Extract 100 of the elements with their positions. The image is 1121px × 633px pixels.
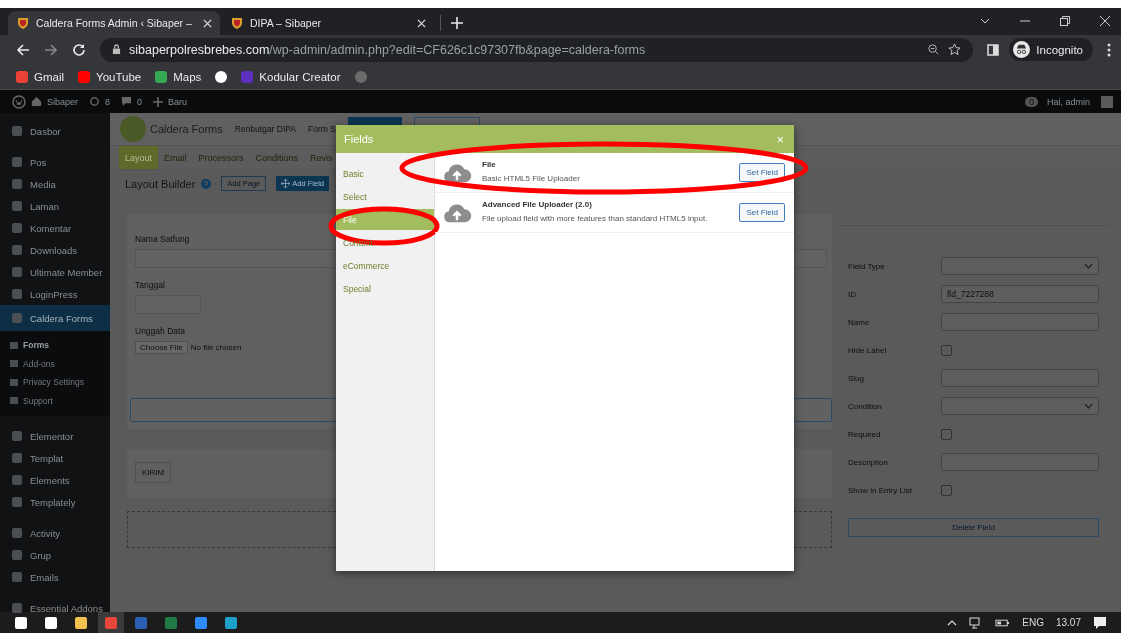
brand-title: Caldera Forms xyxy=(150,123,223,135)
select-field[interactable] xyxy=(941,257,1099,275)
form-tab[interactable]: Form S xyxy=(308,124,336,134)
browser-tab[interactable]: Caldera Forms Admin ‹ Sibaper – xyxy=(8,11,220,35)
address-field[interactable]: sibaperpolresbrebes.com/wp-admin/admin.php?edit=CF626c1c97307fb&page=caldera-forms xyxy=(100,37,974,62)
set-field-button[interactable]: Set Field xyxy=(739,203,785,222)
sidebar-item[interactable]: LoginPress xyxy=(0,283,110,305)
side-panel-icon[interactable] xyxy=(987,43,1000,56)
app-icon xyxy=(45,616,57,629)
plus-icon xyxy=(153,96,164,107)
field-name: File xyxy=(482,160,497,169)
home-icon xyxy=(31,96,42,107)
app-icon xyxy=(165,616,177,629)
setting-label: Name xyxy=(848,317,871,327)
close-icon[interactable] xyxy=(203,18,212,28)
select-field[interactable] xyxy=(941,397,1099,415)
input-field[interactable] xyxy=(941,453,1099,471)
layout-builder-title: Layout Builder xyxy=(125,177,196,190)
zoom-out-icon[interactable] xyxy=(927,43,941,56)
submenu-item[interactable]: Add-ons xyxy=(0,354,110,373)
sidebar-item[interactable]: Grup xyxy=(0,544,110,566)
sidebar-item[interactable]: Emails xyxy=(0,566,110,588)
sidebar-item[interactable]: Caldera Forms xyxy=(0,305,110,331)
bookmark-icon xyxy=(78,70,91,83)
notification-icon[interactable] xyxy=(1093,615,1107,630)
submenu-item[interactable]: Forms xyxy=(0,336,110,355)
sidebar-item[interactable]: Media xyxy=(0,173,110,195)
category-item[interactable]: eCommerce xyxy=(336,255,434,276)
bookmark-link[interactable]: Maps xyxy=(155,70,202,83)
sidebar-item[interactable]: Activity xyxy=(0,522,110,544)
sidebar-item[interactable]: Templately xyxy=(0,491,110,513)
sidebar-item[interactable]: Templat xyxy=(0,447,110,469)
chevron-up-icon[interactable] xyxy=(947,619,958,626)
star-icon[interactable] xyxy=(948,43,962,56)
field-label: Unggah Data xyxy=(135,326,186,336)
setting-label: Field Type xyxy=(848,261,886,271)
site-link[interactable]: Sibaper xyxy=(47,96,79,107)
close-icon[interactable] xyxy=(1099,15,1111,27)
sidebar-item[interactable]: Elements xyxy=(0,469,110,491)
sidebar-item[interactable]: Downloads xyxy=(0,239,110,261)
sidebar-item[interactable]: Pos xyxy=(0,151,110,173)
menu-item-icon xyxy=(12,475,22,485)
restore-icon[interactable] xyxy=(1059,15,1071,27)
field-name: Advanced File Uploader (2.0) xyxy=(482,200,593,209)
sidebar-item[interactable]: Elementor xyxy=(0,425,110,447)
checkbox[interactable] xyxy=(941,428,952,440)
sidebar-item[interactable]: Dasbor xyxy=(0,120,110,142)
profile-button[interactable]: Incognito xyxy=(1009,38,1093,61)
submenu-icon xyxy=(10,341,18,349)
bookmark-link[interactable]: YouTube xyxy=(78,70,142,83)
reload-icon[interactable] xyxy=(72,42,86,57)
new-link[interactable]: Baru xyxy=(168,96,188,107)
comment-icon xyxy=(121,96,133,107)
battery-icon[interactable] xyxy=(995,617,1011,628)
menu-item-icon xyxy=(12,126,22,136)
browser-tab[interactable]: DIPA – Sibaper xyxy=(222,11,434,35)
sidebar-item[interactable]: Ultimate Member xyxy=(0,261,110,283)
submenu-item[interactable]: Support xyxy=(0,391,110,410)
bookmark-icon xyxy=(16,70,28,83)
editor-tab[interactable]: Layout xyxy=(119,146,159,169)
setting-label: Hide Label xyxy=(848,345,888,355)
input-field[interactable] xyxy=(941,369,1099,387)
submit-button[interactable]: KIRIM xyxy=(135,462,172,483)
menu-item-icon xyxy=(12,179,22,189)
checkbox[interactable] xyxy=(941,484,952,496)
caldera-logo-icon xyxy=(120,116,146,142)
account-link[interactable]: Hai, admin xyxy=(1046,96,1090,107)
language-indicator[interactable]: ENG xyxy=(1022,617,1044,628)
bookmark-link[interactable]: Gmail xyxy=(16,70,65,83)
back-icon[interactable] xyxy=(16,42,30,57)
new-tab-icon[interactable] xyxy=(451,17,463,29)
bookmark-link[interactable]: Kodular Creator xyxy=(241,70,341,83)
sidebar-item[interactable]: Laman xyxy=(0,195,110,217)
menu-item-icon xyxy=(12,431,22,441)
close-icon[interactable] xyxy=(417,18,426,28)
field-label: Tanggal xyxy=(135,280,165,290)
menu-item-icon xyxy=(12,572,22,582)
category-item[interactable]: Special xyxy=(336,278,434,299)
sidebar-item[interactable]: Komentar xyxy=(0,217,110,239)
tab-title: Caldera Forms Admin ‹ Sibaper – xyxy=(36,17,193,29)
category-item[interactable]: Basic xyxy=(336,163,434,184)
forward-icon[interactable] xyxy=(44,42,58,57)
sidebar-item[interactable]: Essential Addons xyxy=(0,597,110,619)
choose-file-button[interactable]: Choose File xyxy=(135,341,188,354)
clock[interactable]: 13.07 xyxy=(1055,617,1081,628)
field-label: Nama Satfung xyxy=(135,234,190,244)
submenu-item[interactable]: Privacy Settings xyxy=(0,373,110,392)
menu-item-icon xyxy=(12,245,22,255)
app-icon xyxy=(135,616,147,629)
menu-item-icon xyxy=(12,453,22,463)
more-menu-icon[interactable] xyxy=(1107,42,1111,57)
updates-count[interactable]: 8 xyxy=(105,96,111,107)
bookmark-icon[interactable] xyxy=(215,70,228,83)
checkbox[interactable] xyxy=(941,344,952,356)
comments-count[interactable]: 0 xyxy=(137,96,143,107)
input-field[interactable] xyxy=(941,313,1099,331)
menu-item-icon xyxy=(12,313,22,323)
tab-title: DIPA – Sibaper xyxy=(250,17,322,29)
submenu-icon xyxy=(10,378,18,386)
category-item[interactable]: Select xyxy=(336,186,434,207)
